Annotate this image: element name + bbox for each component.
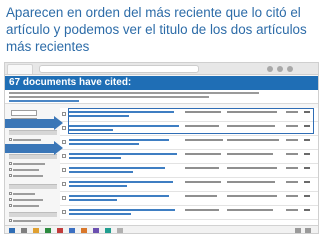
info-link[interactable]	[9, 100, 79, 102]
filter-label	[13, 193, 35, 195]
year-text	[286, 209, 298, 211]
filter-label	[13, 169, 39, 171]
filter-label	[13, 175, 43, 177]
address-bar[interactable]	[39, 65, 199, 73]
taskbar-app-icon[interactable]	[45, 228, 51, 233]
filter-section-header[interactable]	[9, 184, 57, 189]
table-row[interactable]	[60, 178, 318, 192]
source-text[interactable]	[227, 167, 277, 169]
source-text[interactable]	[227, 153, 273, 155]
author-text[interactable]	[185, 209, 219, 211]
extension-icon[interactable]	[277, 66, 283, 72]
document-title-link[interactable]	[69, 195, 169, 197]
row-checkbox[interactable]	[62, 182, 66, 186]
document-title-link[interactable]	[69, 171, 133, 173]
document-title-link[interactable]	[69, 167, 165, 169]
info-line	[9, 92, 259, 94]
tray-icon[interactable]	[295, 228, 301, 233]
author-text[interactable]	[185, 181, 221, 183]
year-text	[286, 153, 298, 155]
banner-text: 67 documents have cited:	[9, 77, 132, 88]
highlight-box	[68, 108, 314, 134]
row-checkbox[interactable]	[62, 168, 66, 172]
author-text[interactable]	[185, 153, 221, 155]
results-table	[60, 108, 318, 233]
slide-title: Aparecen en orden del más reciente que l…	[6, 5, 307, 54]
taskbar-app-icon[interactable]	[117, 228, 123, 233]
results-banner: 67 documents have cited:	[5, 76, 318, 90]
table-row[interactable]	[60, 164, 318, 178]
taskbar-app-icon[interactable]	[33, 228, 39, 233]
document-title-link[interactable]	[69, 181, 173, 183]
filter-checkbox[interactable]	[9, 168, 12, 171]
year-text	[286, 139, 298, 141]
author-text[interactable]	[185, 195, 217, 197]
cites-count[interactable]	[304, 139, 310, 141]
windows-start-icon[interactable]	[9, 228, 15, 233]
document-title-link[interactable]	[69, 143, 139, 145]
filter-label	[13, 199, 43, 201]
table-row[interactable]	[60, 136, 318, 150]
cites-count[interactable]	[304, 209, 310, 211]
extension-icon[interactable]	[267, 66, 273, 72]
browser-tab-icon[interactable]	[7, 64, 33, 74]
taskbar-app-icon[interactable]	[57, 228, 63, 233]
document-title-link[interactable]	[69, 199, 117, 201]
document-title-link[interactable]	[69, 213, 131, 215]
filter-checkbox[interactable]	[9, 204, 12, 207]
document-title-link[interactable]	[69, 139, 169, 141]
arrow-right-icon	[5, 141, 63, 155]
filter-checkbox[interactable]	[9, 198, 12, 201]
filter-checkbox[interactable]	[9, 192, 12, 195]
year-text	[286, 167, 298, 169]
windows-taskbar	[5, 225, 318, 233]
limit-to-button[interactable]	[11, 110, 37, 116]
taskbar-app-icon[interactable]	[105, 228, 111, 233]
taskbar-app-icon[interactable]	[93, 228, 99, 233]
document-title-link[interactable]	[69, 157, 121, 159]
filter-label	[13, 220, 41, 222]
cites-count[interactable]	[304, 153, 310, 155]
year-text	[286, 195, 298, 197]
table-row[interactable]	[60, 192, 318, 206]
filter-checkbox[interactable]	[9, 162, 12, 165]
search-icon[interactable]	[21, 228, 27, 233]
row-checkbox[interactable]	[62, 196, 66, 200]
table-row[interactable]	[60, 206, 318, 220]
source-text[interactable]	[227, 195, 277, 197]
menu-icon[interactable]	[287, 66, 293, 72]
row-checkbox[interactable]	[62, 210, 66, 214]
source-text[interactable]	[227, 209, 273, 211]
info-line	[9, 96, 209, 98]
filter-section-header[interactable]	[9, 154, 57, 159]
scopus-screenshot: 67 documents have cited:	[4, 62, 319, 234]
year-text	[286, 181, 298, 183]
table-row[interactable]	[60, 150, 318, 164]
source-text[interactable]	[227, 181, 275, 183]
citing-article-info	[5, 90, 318, 104]
document-title-link[interactable]	[69, 209, 175, 211]
tray-icon[interactable]	[305, 228, 311, 233]
source-text[interactable]	[227, 139, 279, 141]
taskbar-app-icon[interactable]	[69, 228, 75, 233]
filter-label	[13, 139, 41, 141]
author-text[interactable]	[185, 139, 223, 141]
browser-chrome	[5, 63, 318, 75]
filter-label	[13, 205, 39, 207]
filter-checkbox[interactable]	[9, 138, 12, 141]
filter-section-header[interactable]	[9, 130, 57, 135]
filter-section-header[interactable]	[9, 212, 57, 217]
taskbar-app-icon[interactable]	[81, 228, 87, 233]
document-title-link[interactable]	[69, 153, 177, 155]
arrow-right-icon	[5, 116, 63, 130]
cites-count[interactable]	[304, 167, 310, 169]
cites-count[interactable]	[304, 195, 310, 197]
filter-label	[13, 163, 45, 165]
filter-checkbox[interactable]	[9, 174, 12, 177]
document-title-link[interactable]	[69, 185, 127, 187]
cites-count[interactable]	[304, 181, 310, 183]
author-text[interactable]	[185, 167, 219, 169]
filter-checkbox[interactable]	[9, 219, 12, 222]
